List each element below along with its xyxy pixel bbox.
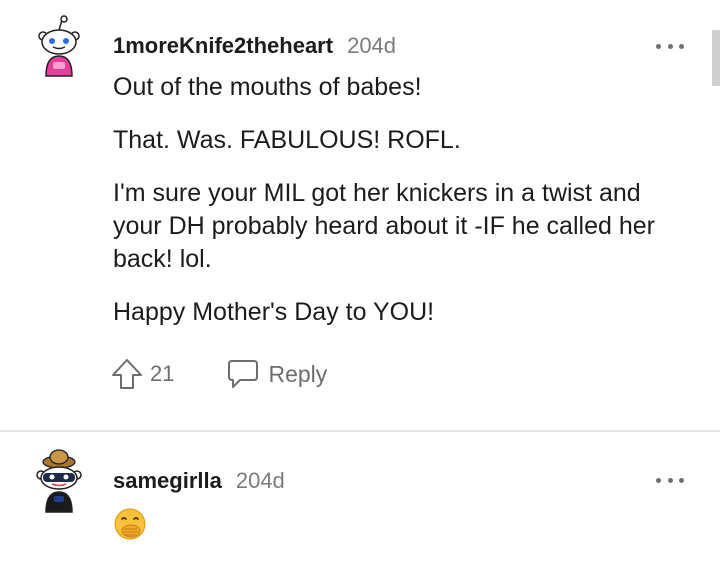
dot (679, 43, 684, 49)
comment-paragraph: Out of the mouths of babes! (113, 73, 422, 101)
comment-thread: 1moreKnife2theheart 204d Out of the mout… (0, 0, 720, 562)
comment-age: 204d (347, 33, 397, 58)
more-options-icon[interactable] (656, 40, 684, 52)
comment: 1moreKnife2theheart 204d Out of the mout… (0, 0, 720, 430)
comment-paragraph: Happy Mother's Day to YOU! (113, 298, 435, 326)
dot (667, 43, 673, 49)
upvote-button[interactable]: 21 (110, 357, 174, 391)
dot (679, 477, 684, 483)
dot (656, 43, 661, 49)
upvote-arrow-icon[interactable] (110, 357, 144, 391)
reply-button[interactable]: Reply (226, 358, 327, 390)
comment-paragraph: I'm sure your MIL got her knickers in a … (113, 179, 655, 273)
username[interactable]: 1moreKnife2theheart (113, 33, 333, 59)
snoo-avatar-mask-icon[interactable] (34, 448, 84, 514)
dot (656, 477, 661, 483)
dot (667, 477, 673, 483)
more-options-icon[interactable] (656, 474, 684, 486)
reply-label: Reply (268, 360, 328, 387)
comment-body: Out of the mouths of babes! That. Was. F… (113, 71, 683, 349)
vote-count: 21 (150, 361, 175, 386)
snoo-avatar-pink-icon[interactable] (34, 14, 84, 80)
comment-age: 204d (235, 468, 285, 493)
comment: samegirlla 204d (0, 432, 720, 562)
hand-over-mouth-emoji-icon (113, 507, 147, 541)
comment-meta: 1moreKnife2theheart 204d (113, 31, 396, 61)
comment-actions: 21 Reply (110, 354, 327, 394)
speech-bubble-icon (228, 360, 259, 388)
comment-meta: samegirlla 204d (113, 466, 285, 496)
username[interactable]: samegirlla (113, 468, 222, 494)
comment-paragraph: That. Was. FABULOUS! ROFL. (113, 126, 461, 154)
